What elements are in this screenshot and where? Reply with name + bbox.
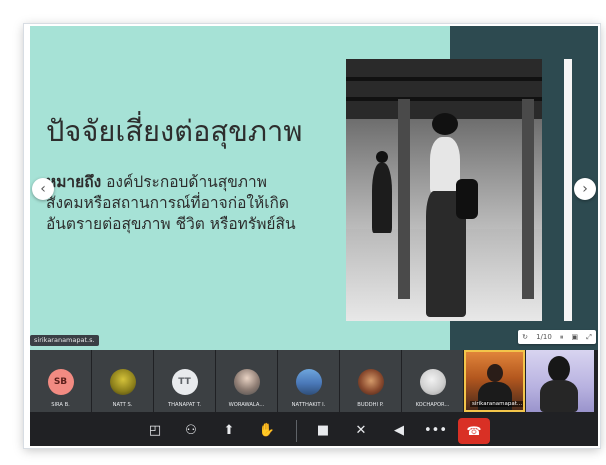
refresh-icon[interactable]: ↻ [522, 330, 528, 344]
participant-name: KOCHAPOR... [415, 402, 450, 408]
participant-name: SIRA B. [51, 402, 70, 408]
presentation-slide: ปัจจัยเสี่ยงต่อสุขภาพ หมายถึง องค์ประกอบ… [30, 26, 598, 350]
fullscreen-icon[interactable]: ⤢ [586, 330, 592, 344]
camera-icon[interactable]: ■ [312, 420, 334, 442]
photo-beam [346, 77, 542, 81]
speaker-icon[interactable]: ◀ [388, 420, 410, 442]
participant-tile[interactable]: KOCHAPOR... [402, 350, 463, 412]
chevron-left-icon: ‹ [40, 181, 46, 197]
video-body [478, 382, 512, 410]
avatar: TT [171, 369, 198, 395]
person-photo-avatar-icon [233, 369, 260, 395]
previous-slide-button[interactable]: ‹ [32, 178, 54, 200]
chevron-right-icon: › [582, 181, 588, 197]
chat-icon[interactable]: ◰ [144, 420, 166, 442]
definition-lead: หมายถึง [46, 173, 102, 191]
definition-line-3: อันตรายต่อสุขภาพ ชีวิต หรือทรัพย์สิน [46, 215, 296, 233]
participant-tile[interactable]: NATT S. [92, 350, 153, 412]
video-face [487, 364, 503, 382]
photo-pillar [522, 99, 534, 299]
phone-hangup-icon: ☎ [466, 424, 482, 438]
definition-line-1: หมายถึง องค์ประกอบด้านสุขภาพ [46, 172, 366, 193]
video-face [548, 356, 570, 382]
participant-tile[interactable]: TT THANAPAT T. [154, 350, 215, 412]
slide-title: ปัจจัยเสี่ยงต่อสุขภาพ [46, 114, 303, 148]
shrek-avatar-icon [109, 369, 136, 395]
slide-definition: หมายถึง องค์ประกอบด้านสุขภาพ สังคมหรือสถ… [46, 172, 366, 235]
slide-white-bar [564, 59, 572, 321]
photo-woman-bag [456, 179, 478, 219]
participant-tile[interactable]: BUDDHI P. [340, 350, 401, 412]
participant-tile[interactable]: NATTHAKIT I. [278, 350, 339, 412]
participant-name: sirikaranamapat... [470, 401, 523, 407]
meeting-bar: SB SIRA B. NATT S. TT THANAPAT T. WORAWA… [30, 350, 598, 446]
slide-counter: 1/10 [536, 333, 552, 341]
present-screen-icon[interactable]: ⬆ [218, 420, 240, 442]
more-options-icon[interactable]: ••• [424, 420, 447, 442]
participant-name: WORAWALA... [228, 402, 265, 408]
photo-background-person-head [376, 151, 388, 163]
participant-name: NATTHAKIT I. [291, 402, 326, 408]
photo-pillar [398, 99, 410, 299]
landscape-photo-avatar-icon [295, 369, 322, 395]
pause-icon[interactable]: ⏸ [560, 330, 564, 344]
slide-photo [346, 59, 542, 321]
slide-controls: ↻ 1/10 ⏸ ▣ ⤢ [518, 330, 596, 344]
layout-icon[interactable]: ▣ [572, 330, 579, 344]
avatar: SB [47, 369, 74, 395]
participant-video-tile[interactable] [526, 350, 594, 412]
controls-divider [296, 420, 297, 442]
presenter-name-tag: sirikaranamapat.s. [30, 335, 99, 346]
participant-tile[interactable]: SB SIRA B. [30, 350, 91, 412]
participant-name: NATT S. [112, 402, 133, 408]
raise-hand-icon[interactable]: ✋ [256, 420, 278, 442]
mic-off-icon[interactable]: ✕ [350, 420, 372, 442]
definition-line-2: สังคมหรือสถานการณ์ที่อาจก่อให้เกิด [46, 194, 289, 212]
people-icon[interactable]: ⚇ [180, 420, 202, 442]
next-slide-button[interactable]: › [574, 178, 596, 200]
group-photo-avatar-icon [357, 369, 384, 395]
participant-name: BUDDHI P. [357, 402, 384, 408]
photo-station-roof [346, 59, 542, 119]
participant-video-tile[interactable]: sirikaranamapat... [464, 350, 525, 412]
photo-woman-hat [432, 113, 458, 135]
photo-beam [346, 97, 542, 101]
photo-background-person [372, 163, 392, 233]
end-call-button[interactable]: ☎ [458, 418, 490, 444]
participant-tile[interactable]: WORAWALA... [216, 350, 277, 412]
call-controls: ◰ ⚇ ⬆ ✋ ■ ✕ ◀ ••• ☎ [30, 414, 598, 446]
circle-photo-avatar-icon [419, 369, 446, 395]
definition-line-1-rest: องค์ประกอบด้านสุขภาพ [101, 173, 267, 191]
participant-name: THANAPAT T. [167, 402, 201, 408]
video-body [540, 380, 578, 412]
participant-strip: SB SIRA B. NATT S. TT THANAPAT T. WORAWA… [30, 350, 598, 412]
